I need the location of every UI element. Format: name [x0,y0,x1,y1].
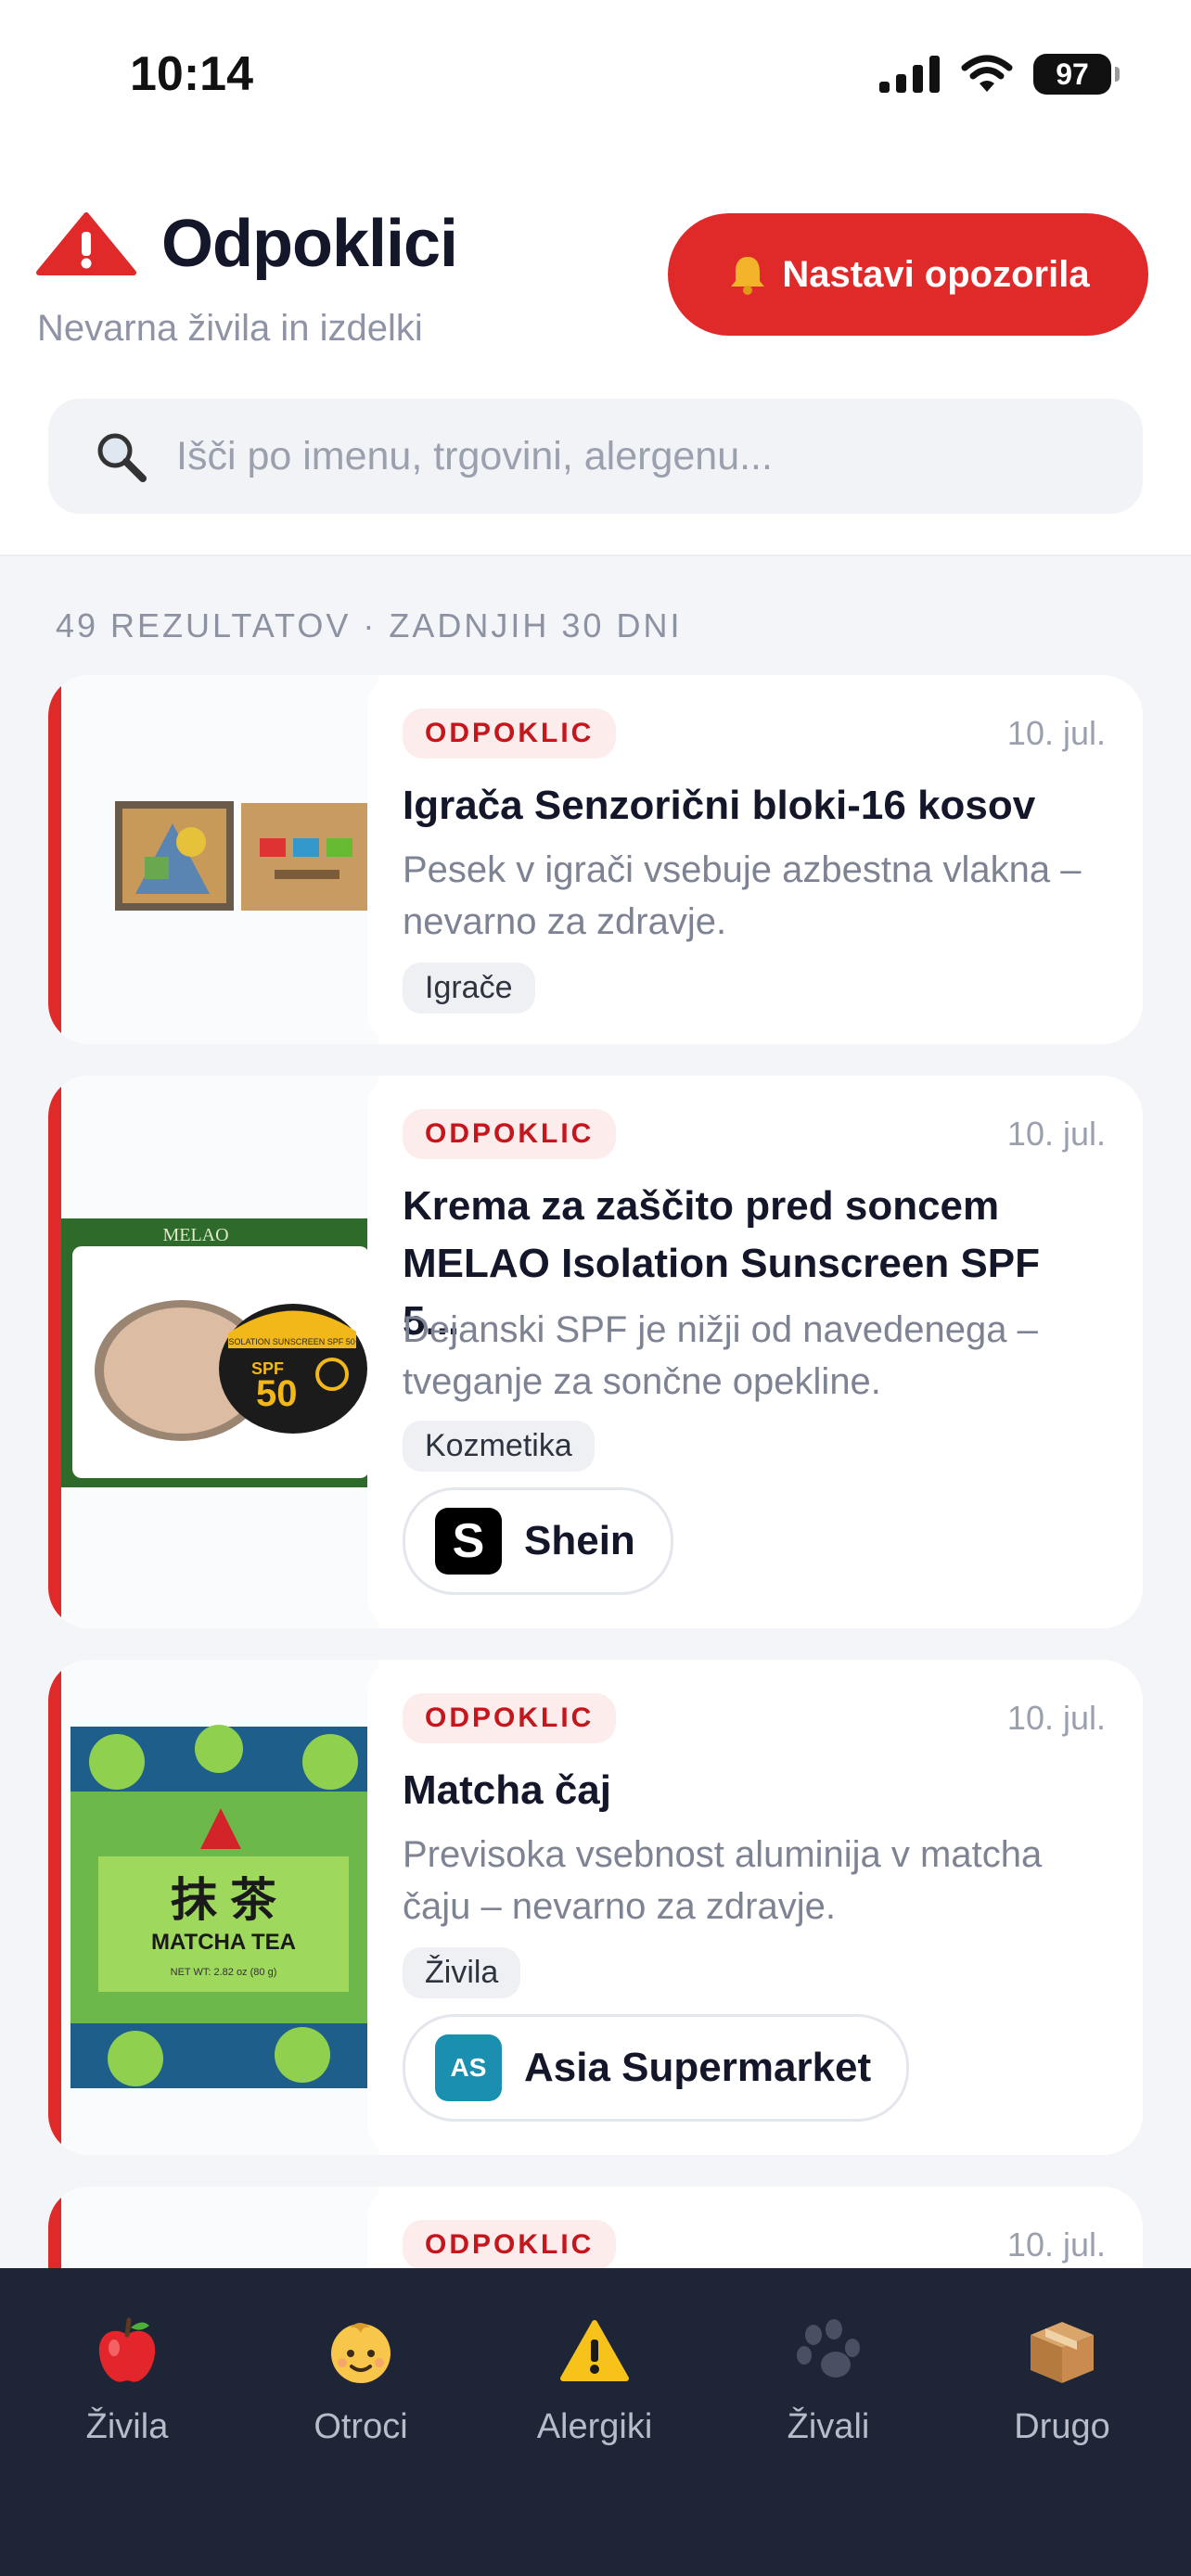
warning-icon [560,2320,629,2381]
paw-icon [797,2319,860,2378]
recall-card[interactable]: 抹 茶 MATCHA TEA NET WT: 2.82 oz (80 g) OD… [48,1660,1143,2155]
recall-description: Pesek v igrači vsebuje azbestna vlakna –… [403,849,1082,942]
results-count: 49 REZULTATOV · ZADNJIH 30 DNI [56,606,683,644]
battery-indicator: 97 [1033,54,1120,95]
bell-icon [731,257,765,295]
recall-badge: ODPOKLIC [403,1693,617,1743]
recall-date: 10. jul. [1006,714,1106,752]
baby-icon [331,2323,391,2383]
tab-zivila[interactable]: Živila [8,2268,246,2481]
store-chip[interactable]: AS Asia Supermarket [403,2014,910,2122]
recall-date: 10. jul. [1006,1115,1106,1153]
search-placeholder: Išči po imenu, trgovini, alergenu... [176,433,773,478]
recall-description: Previsoka vsebnost aluminija v matcha ča… [403,1834,1043,1927]
recall-badge: ODPOKLIC [403,708,617,759]
recall-badge: ODPOKLIC [403,2220,617,2270]
signal-icon [879,56,940,93]
card-body: ODPOKLIC 10. jul. Igrača Senzorični blok… [367,675,1143,1044]
category-chip[interactable]: Igrače [403,963,535,1014]
tab-label: Otroci [314,2407,408,2446]
category-chip[interactable]: Kozmetika [403,1421,595,1472]
card-body: ODPOKLIC 10. jul. Krema za zaščito pred … [367,1076,1143,1628]
image-brand-text: MELAO [162,1225,228,1245]
tab-label: Živali [787,2407,870,2446]
store-logo: S [435,1508,502,1575]
tab-label: Drugo [1014,2407,1110,2446]
tab-otroci[interactable]: Otroci [242,2268,480,2481]
tab-zivali[interactable]: Živali [710,2268,947,2481]
recall-badge: ODPOKLIC [403,1109,617,1159]
store-name: Shein [524,1518,635,1563]
store-chip[interactable]: S Shein [403,1487,673,1595]
recall-card[interactable]: MELAO ISOLATION SUNSCREEN SPF 50+ SPF 50… [48,1076,1143,1628]
warning-triangle-icon [36,212,136,275]
bottom-tab-bar: Živila Otroci Alergiki Živali Drugo [0,2268,1191,2576]
search-icon [97,433,147,482]
title-row: Odpoklici [35,206,458,282]
recall-title: Matcha čaj [403,1767,611,1813]
tab-label: Alergiki [536,2407,653,2446]
status-icons: 97 [879,54,1120,95]
category-chip[interactable]: Živila [403,1947,521,1998]
tab-drugo[interactable]: Drugo [943,2268,1181,2481]
set-alerts-label: Nastavi opozorila [782,253,1090,295]
tab-alergiki[interactable]: Alergiki [476,2268,713,2481]
image-weight-text: NET WT: 2.82 oz (80 g) [171,1967,277,1978]
recall-title: Igrača Senzorični bloki-16 kosov [403,783,1036,828]
card-accent-stripe [48,675,61,1044]
set-alerts-button[interactable]: Nastavi opozorila [668,213,1148,336]
image-spf-value-text: 50 [256,1373,298,1414]
store-logo: AS [435,2034,502,2101]
box-icon [1031,2322,1094,2383]
product-image: 抹 茶 MATCHA TEA NET WT: 2.82 oz (80 g) [61,1660,378,2155]
page-subtitle: Nevarna živila in izdelki [37,308,423,349]
recall-date: 10. jul. [1006,1699,1106,1737]
tab-label: Živila [85,2407,169,2446]
card-accent-stripe [48,1076,61,1628]
product-image: MELAO ISOLATION SUNSCREEN SPF 50+ SPF 50 [61,1076,378,1628]
image-chinese-text: 抹 茶 [171,1874,277,1926]
search-input[interactable]: Išči po imenu, trgovini, alergenu... [48,399,1143,514]
wifi-icon [961,55,1013,92]
recall-card[interactable]: ODPOKLIC 10. jul. Igrača Senzorični blok… [48,675,1143,1044]
product-image [61,675,378,1044]
page-title: Odpoklici [161,207,458,281]
card-accent-stripe [48,1660,61,2155]
image-matcha-text: MATCHA TEA [151,1930,296,1955]
store-name: Asia Supermarket [524,2045,872,2090]
recall-date: 10. jul. [1006,2225,1106,2264]
header-area: 10:14 97 Odpoklici Nevarna živila in izd… [0,0,1191,556]
card-body: ODPOKLIC 10. jul. Matcha čaj Previsoka v… [367,1660,1143,2155]
image-label-text: ISOLATION SUNSCREEN SPF 50+ [226,1337,360,1346]
status-time: 10:14 [130,47,253,101]
apple-icon [98,2317,156,2382]
recall-description: Dejanski SPF je nižji od navedenega – tv… [403,1309,1038,1402]
